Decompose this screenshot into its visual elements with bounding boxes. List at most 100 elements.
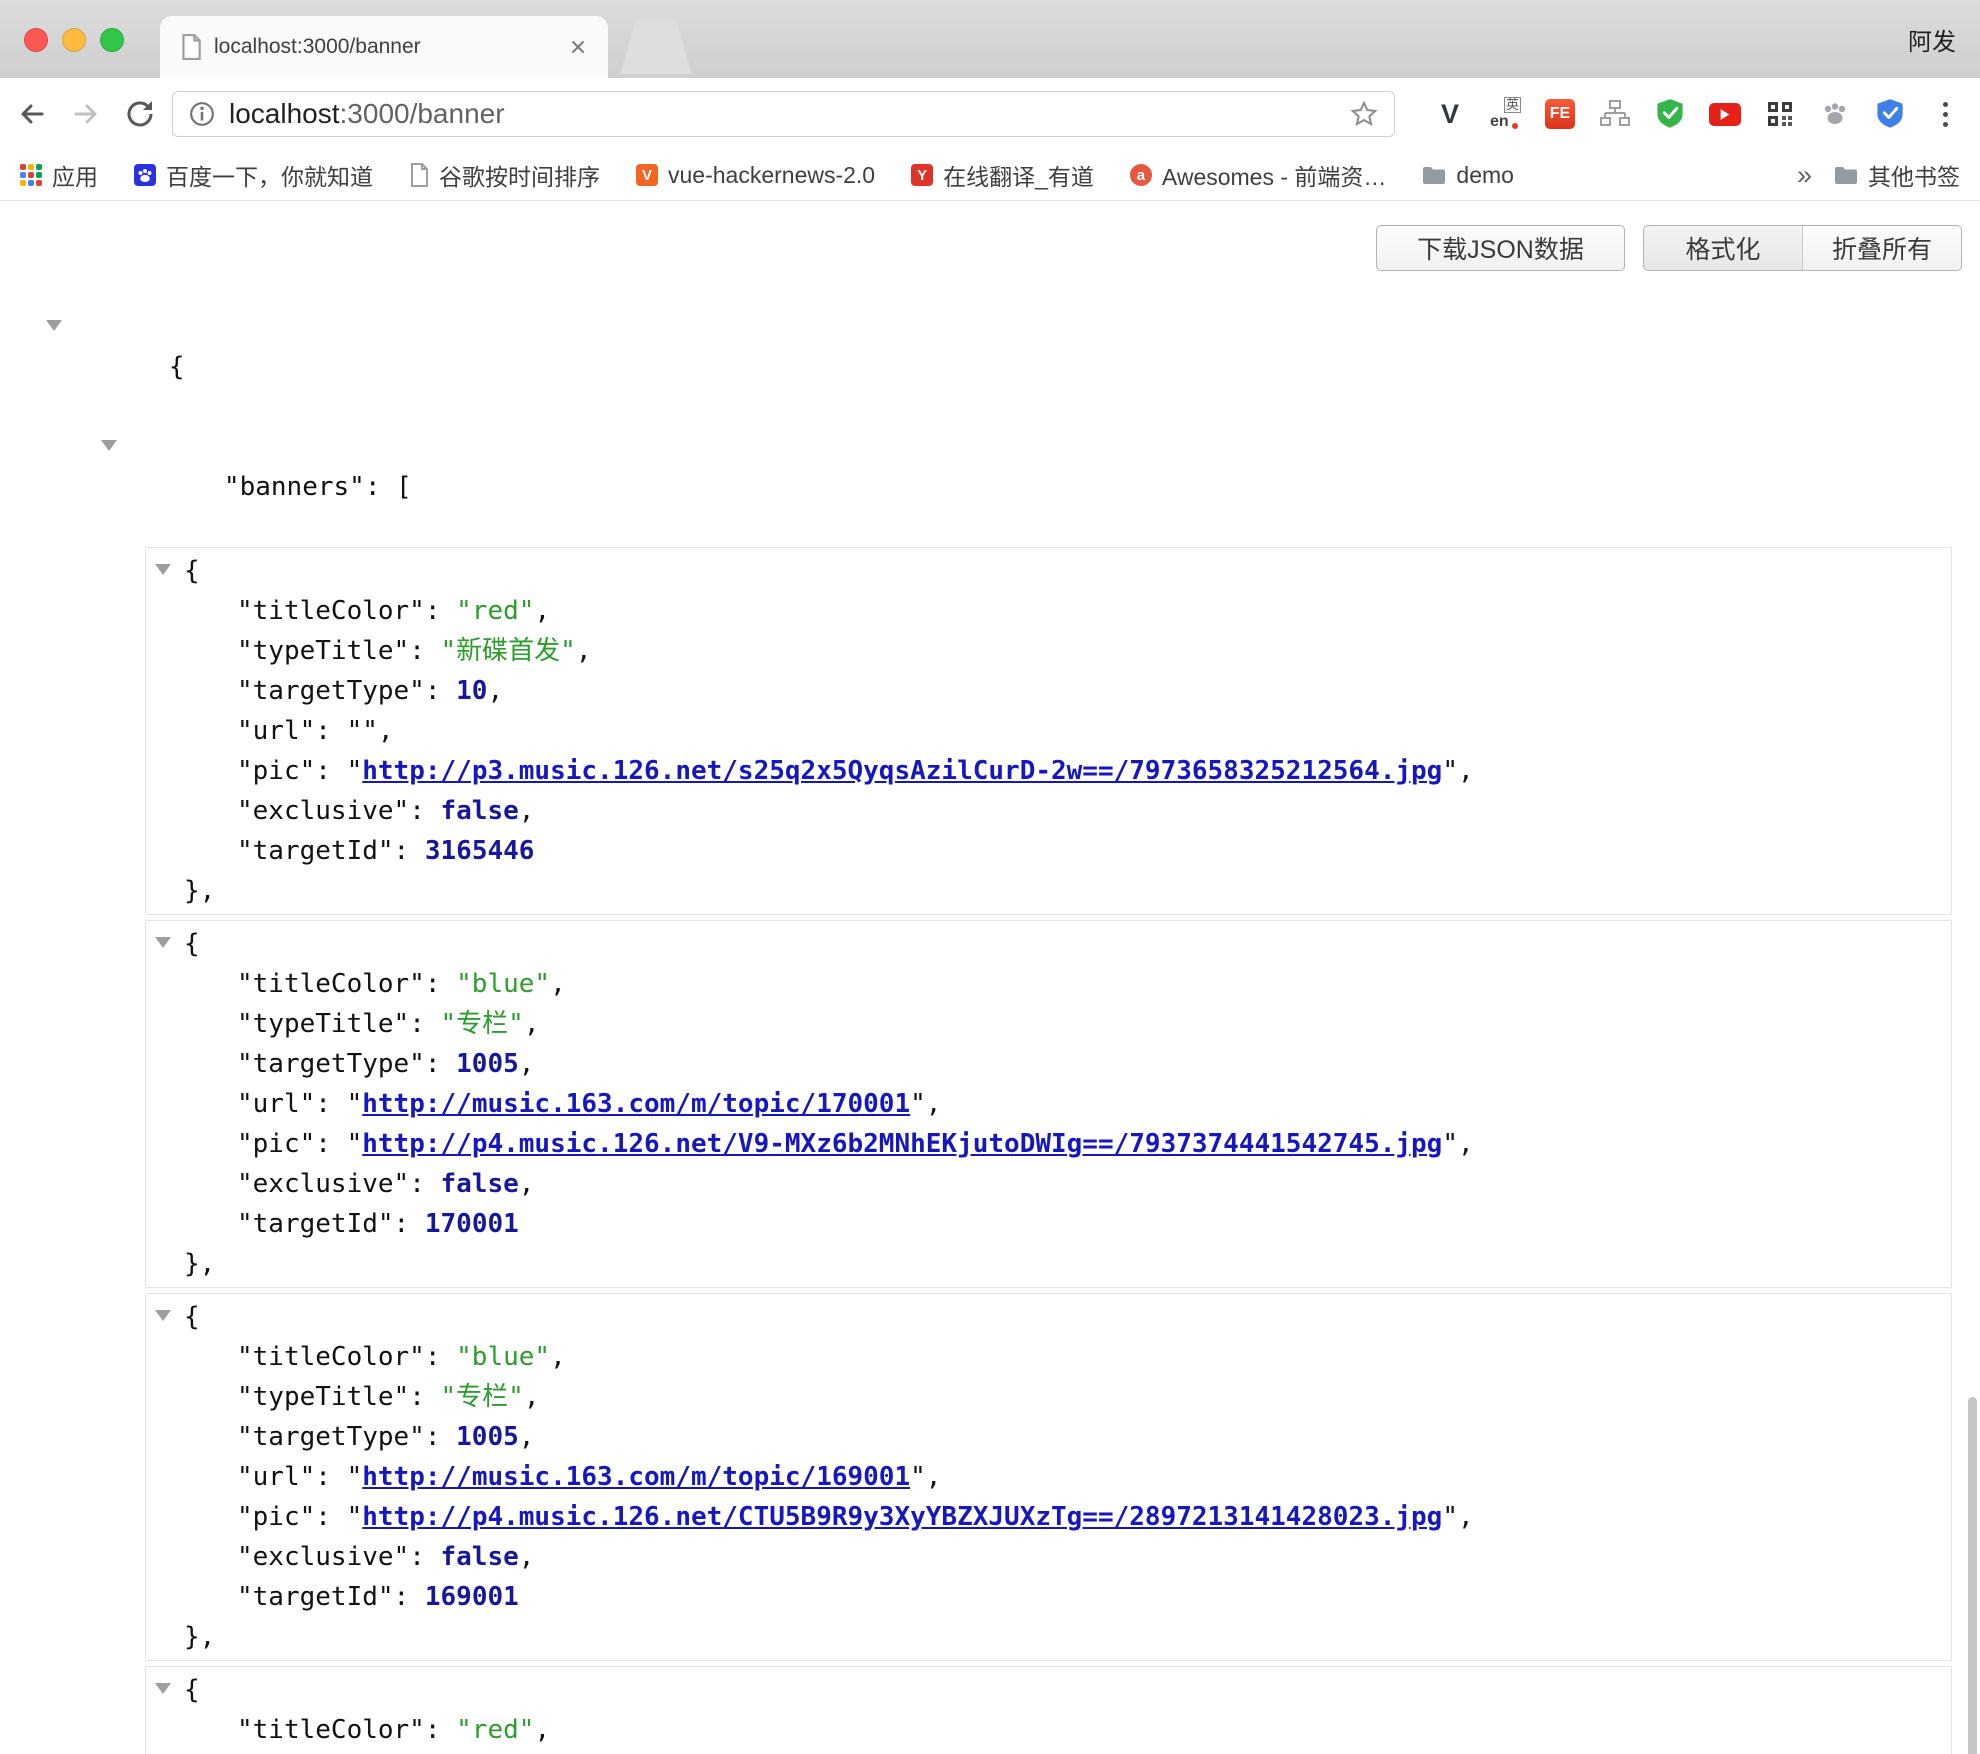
json-punctuation: { [184,929,200,959]
json-punctuation: : [315,1502,346,1532]
json-field-line: "titleColor": "red", [237,1710,1951,1750]
collapse-banners-icon[interactable] [101,440,117,451]
page-favicon-icon [180,34,202,60]
org-chart-extension-icon[interactable] [1598,97,1632,131]
json-punctuation: : [425,1715,456,1745]
json-key: "url" [237,716,315,746]
bookmark-awesomes[interactable]: a Awesomes - 前端资… [1130,158,1387,192]
json-punctuation: , [534,596,550,626]
url-bar[interactable]: localhost:3000/banner [172,91,1395,137]
window-zoom-button[interactable] [100,28,124,52]
page-info-icon[interactable] [189,101,215,127]
json-object-open-line: { [184,1670,1951,1710]
json-punctuation: " [347,1502,363,1532]
download-json-button[interactable]: 下载JSON数据 [1376,225,1625,271]
json-key: "exclusive" [237,1542,409,1572]
green-shield-extension-icon[interactable] [1653,97,1687,131]
collapse-toggle-icon[interactable] [155,937,171,948]
json-punctuation: : [409,1009,440,1039]
fe-glyph: FE [1545,99,1575,129]
paw-extension-icon[interactable] [1818,97,1852,131]
blue-shield-extension-icon[interactable] [1873,97,1907,131]
reload-button[interactable] [118,92,162,136]
json-link-value[interactable]: http://music.163.com/m/topic/169001 [362,1462,910,1492]
json-banners-line: "banners": [ [130,427,1980,547]
translate-extension-icon[interactable]: 英 en [1488,97,1522,131]
qr-code-extension-icon[interactable] [1763,97,1797,131]
folder-icon [1422,165,1446,185]
back-button[interactable] [10,92,54,136]
json-key: "titleColor" [237,596,425,626]
json-link-value[interactable]: http://p4.music.126.net/CTU5B9R9y3XyYBZX… [362,1502,1442,1532]
bookmark-google-sort[interactable]: 谷歌按时间排序 [409,158,600,192]
json-punctuation: , [926,1089,942,1119]
collapse-toggle-icon[interactable] [155,1683,171,1694]
close-tab-icon[interactable] [564,33,592,61]
bookmark-baidu[interactable]: 百度一下，你就知道 [134,158,373,192]
browser-menu-icon[interactable] [1928,97,1962,131]
bookmark-vue-hackernews[interactable]: V vue-hackernews-2.0 [636,162,875,189]
vue-v-icon: V [636,164,658,186]
json-punctuation: : [409,1169,440,1199]
json-punctuation: : [425,676,456,706]
json-link-value[interactable]: http://p4.music.126.net/V9-MXz6b2MNhEKju… [362,1129,1442,1159]
json-punctuation: , [378,716,394,746]
json-punctuation: { [184,556,200,586]
json-key: "titleColor" [237,1715,425,1745]
window-close-button[interactable] [24,28,48,52]
url-path: :3000/banner [340,98,505,129]
json-array-item: {"titleColor": "red","typeTitle": "新碟首发"… [145,547,1952,915]
profile-name[interactable]: 阿发 [1908,0,1956,78]
json-punctuation: " [1442,756,1458,786]
vimium-extension-icon[interactable]: V [1433,97,1467,131]
json-key: "titleColor" [237,969,425,999]
bookmark-label: Awesomes - 前端资… [1162,158,1387,192]
bookmark-other-folder[interactable]: 其他书签 [1834,158,1960,192]
json-punctuation: , [1458,756,1474,786]
json-key: "url" [237,1462,315,1492]
json-key: "typeTitle" [237,1009,409,1039]
collapse-root-icon[interactable] [46,320,62,331]
json-field-line: "targetId": 3165446 [237,831,1951,871]
apps-grid-icon [20,164,42,186]
json-string-value: "专栏" [441,1009,524,1039]
window-minimize-button[interactable] [62,28,86,52]
bookmark-apps[interactable]: 应用 [20,158,98,192]
json-string-value: "专栏" [441,1382,524,1412]
json-array-item: {"titleColor": "red","typeTitle": "歌单","… [145,1666,1952,1754]
bookmark-star-icon[interactable] [1350,100,1378,128]
json-object-open-line: { [184,924,1951,964]
json-link-value[interactable]: http://p3.music.126.net/s25q2x5QyqsAzilC… [362,756,1442,786]
json-link-value[interactable]: http://music.163.com/m/topic/170001 [362,1089,910,1119]
bookmark-label: demo [1456,162,1514,189]
browser-tab[interactable]: localhost:3000/banner [160,16,608,78]
json-punctuation: : [425,1422,456,1452]
json-punctuation: , [519,1049,535,1079]
collapse-toggle-icon[interactable] [155,1310,171,1321]
json-key: "pic" [237,1502,315,1532]
collapse-toggle-icon[interactable] [155,564,171,575]
json-key: "exclusive" [237,796,409,826]
fe-extension-icon[interactable]: FE [1543,97,1577,131]
bookmarks-overflow-icon[interactable]: » [1797,160,1812,191]
bookmark-label: vue-hackernews-2.0 [668,162,875,189]
format-button[interactable]: 格式化 [1643,225,1803,271]
new-tab-button[interactable] [620,20,692,74]
json-string-value: "red" [456,1715,534,1745]
baidu-paw-icon [134,164,156,186]
json-punctuation: : [315,756,346,786]
collapse-all-button[interactable]: 折叠所有 [1802,225,1962,271]
json-key: "targetId" [237,836,394,866]
bookmark-demo-folder[interactable]: demo [1422,162,1514,189]
json-punctuation: }, [184,876,215,906]
json-key: "url" [237,1089,315,1119]
json-field-line: "targetId": 170001 [237,1204,1951,1244]
bookmark-youdao[interactable]: Y 在线翻译_有道 [911,158,1094,192]
json-punctuation: : [394,1209,425,1239]
youtube-extension-icon[interactable] [1708,97,1742,131]
translate-lang-glyph: 英 [1504,97,1521,113]
forward-button[interactable] [64,92,108,136]
scrollbar-thumb[interactable] [1968,1397,1977,1754]
json-key: "targetId" [237,1209,394,1239]
json-key: "typeTitle" [237,1382,409,1412]
